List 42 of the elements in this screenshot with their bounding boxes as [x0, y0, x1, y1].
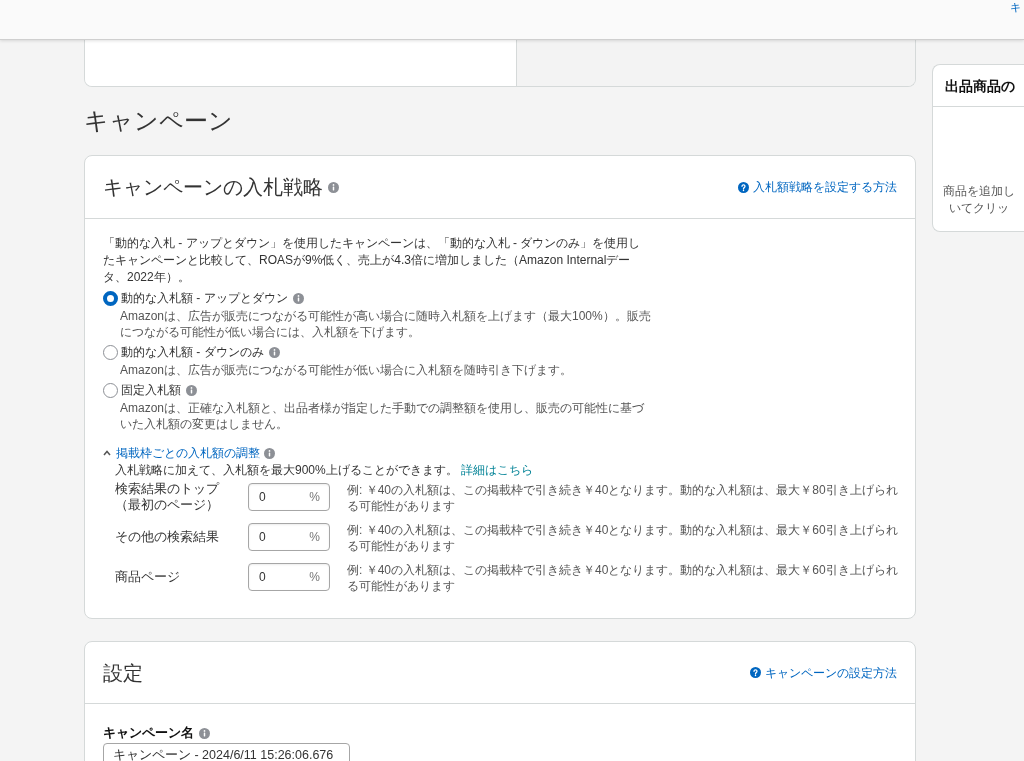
- expand-toggle[interactable]: 掲載枠ごとの入札額の調整: [103, 444, 260, 462]
- radio-label[interactable]: 動的な入札額 - アップとダウン: [121, 289, 288, 307]
- intro-text: 「動的な入札 - アップとダウン」を使用したキャンペーンは、「動的な入札 - ダウンのみ」を使用したキャンペーンと比較して、ROASが9%低く、売上が4.3倍に増加しました（Amazon Internalデータ、2022年）。: [103, 235, 642, 286]
- caret-icon: [103, 450, 111, 456]
- unit-label: %: [309, 489, 320, 505]
- help-link[interactable]: キャンペーンの設定方法: [750, 664, 897, 681]
- panel-text: 商品を追加し: [942, 183, 1015, 200]
- unit-label: %: [309, 529, 320, 545]
- field-label: その他の検索結果: [115, 529, 219, 545]
- info-icon: [328, 181, 339, 193]
- field-label: 検索結果のトップ（最初のページ）: [115, 481, 221, 513]
- unit-label: %: [309, 569, 320, 585]
- radio-button[interactable]: [103, 344, 118, 360]
- help-text: 入札戦略に加えて、入札額を最大900%上げることができます。 詳細はこちら: [115, 462, 534, 478]
- radio-button[interactable]: [103, 382, 118, 398]
- option-description: Amazonは、正確な入札額と、出品者様が指定した手動での調整額を使用し、販売の可能性に基づいた入札額の変更はしません。: [120, 400, 646, 432]
- info-icon: [186, 384, 197, 396]
- option-description: Amazonは、広告が販売につながる可能性が高い場合に随時入札額を上げます（最大100%）。販売につながる可能性が低い場合には、入札額を下げます。: [120, 308, 652, 340]
- radio-button[interactable]: [103, 290, 118, 306]
- header-link[interactable]: キ: [1010, 1, 1021, 13]
- example-text: 例: ￥40の入札額は、この掲載枠で引き続き￥40となります。動的な入札額は、最大￥80引き上げられる可能性があります: [347, 483, 899, 514]
- field-label: キャンペーン名: [103, 725, 194, 742]
- panel-title: 出品商品の: [945, 76, 1015, 95]
- example-text: 例: ￥40の入札額は、この掲載枠で引き続き￥40となります。動的な入札額は、最大￥60引き上げられる可能性があります: [347, 523, 899, 554]
- field-label: 商品ページ: [115, 569, 180, 585]
- panel-text: いてクリッ: [948, 200, 1009, 217]
- help-icon: [750, 667, 761, 678]
- info-icon: [264, 447, 275, 459]
- info-icon: [268, 346, 280, 358]
- details-link[interactable]: 詳細はこちら: [461, 463, 534, 477]
- help-icon: [738, 181, 749, 193]
- radio-label[interactable]: 動的な入札額 - ダウンのみ: [121, 343, 264, 361]
- card-title: 設定: [103, 660, 143, 686]
- example-text: 例: ￥40の入札額は、この掲載枠で引き続き￥40となります。動的な入札額は、最大￥60引き上げられる可能性があります: [347, 563, 899, 594]
- help-link[interactable]: 入札額戦略を設定する方法: [738, 179, 897, 195]
- page-title: キャンペーン: [84, 106, 233, 136]
- card-title: キャンペーンの入札戦略: [103, 175, 323, 200]
- option-description: Amazonは、広告が販売につながる可能性が低い場合に入札額を随時引き下げます。: [120, 362, 574, 378]
- radio-label[interactable]: 固定入札額: [121, 381, 181, 399]
- campaign-name-input[interactable]: キャンペーン - 2024/6/11 15:26:06.676: [103, 743, 350, 761]
- info-icon: [292, 292, 304, 304]
- info-icon: [199, 727, 210, 739]
